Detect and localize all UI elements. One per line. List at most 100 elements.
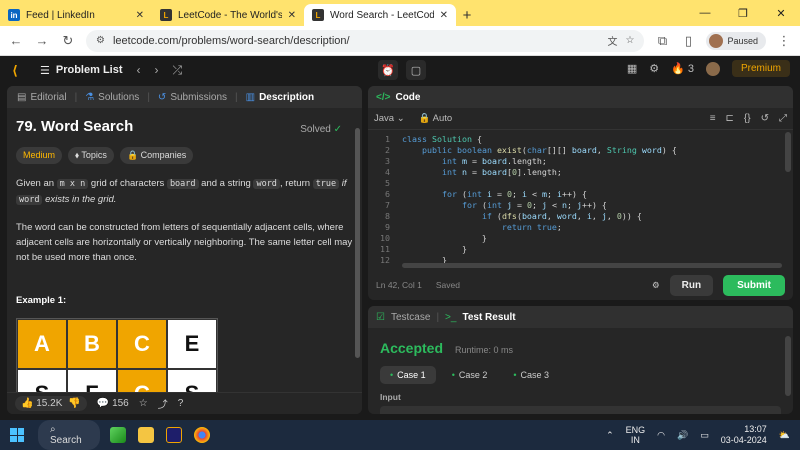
user-avatar[interactable] bbox=[705, 61, 720, 76]
intellij-icon[interactable] bbox=[166, 427, 182, 443]
taskbar-apps bbox=[110, 427, 210, 443]
center-tools: ⏰ ▢ bbox=[378, 60, 426, 80]
extensions-icon[interactable]: ⧉ bbox=[654, 33, 670, 49]
prev-problem-icon[interactable]: ‹ bbox=[137, 63, 141, 77]
companies-label: Companies bbox=[140, 150, 187, 160]
new-tab-button[interactable]: + bbox=[456, 4, 478, 26]
result-scrollbar[interactable] bbox=[785, 336, 791, 396]
run-submit-group: ⚙ Run Submit bbox=[652, 274, 785, 296]
reload-icon[interactable]: ↻ bbox=[60, 33, 76, 49]
close-window-icon[interactable]: ✕ bbox=[762, 7, 800, 20]
menu-dots-icon[interactable]: ⋮ bbox=[776, 33, 792, 49]
run-button[interactable]: Run bbox=[669, 274, 714, 296]
tab-editorial[interactable]: ▤ Editorial bbox=[13, 92, 71, 103]
tab-linkedin[interactable]: in Feed | LinkedIn ✕ bbox=[0, 4, 152, 26]
verdict-row: Accepted Runtime: 0 ms bbox=[368, 328, 793, 356]
close-icon[interactable]: ✕ bbox=[288, 10, 296, 21]
chevron-up-icon[interactable]: ⌃ bbox=[606, 430, 614, 441]
problem-tags: Medium ⬧ Topics 🔒 Companies bbox=[16, 147, 353, 164]
streak-counter[interactable]: 🔥 3 bbox=[671, 62, 694, 75]
code-brackets-icon: </> bbox=[376, 91, 391, 103]
site-info-icon[interactable]: ⚙ bbox=[96, 35, 105, 46]
code-editor[interactable]: 1 class Solution { 2 public boolean exist… bbox=[368, 130, 793, 270]
list-icon: ☰ bbox=[40, 64, 50, 77]
next-problem-icon[interactable]: › bbox=[155, 63, 159, 77]
description-scrollbar[interactable] bbox=[354, 108, 361, 392]
like-button[interactable]: 👍 15.2K bbox=[21, 398, 62, 409]
format-icon[interactable]: ≡ bbox=[710, 113, 716, 124]
tab-leetcode-home[interactable]: L LeetCode - The World's Leading ✕ bbox=[152, 4, 304, 26]
reset-icon[interactable]: ↺ bbox=[761, 113, 769, 124]
grid-cell: S bbox=[167, 369, 217, 392]
language-select[interactable]: Java ⌄ bbox=[374, 113, 405, 124]
companies-button[interactable]: 🔒 Companies bbox=[119, 147, 194, 164]
streak-count: 3 bbox=[687, 63, 694, 75]
input-language[interactable]: ENG IN bbox=[626, 425, 646, 445]
bookmark-icon[interactable]: ⊏ bbox=[726, 113, 734, 124]
back-icon[interactable]: ← bbox=[8, 33, 24, 48]
solved-badge: Solved ✓ bbox=[300, 124, 342, 135]
expand-icon[interactable]: ⤢ bbox=[779, 113, 787, 124]
shuffle-icon[interactable]: ⤮ bbox=[173, 63, 183, 78]
editor-actions: ≡ ⊏ {} ↺ ⤢ bbox=[710, 113, 787, 124]
clock[interactable]: 13:07 03-04-2024 bbox=[721, 424, 767, 446]
tab-submissions[interactable]: ↺ Submissions bbox=[154, 92, 231, 103]
grid-cell: E bbox=[167, 319, 217, 369]
battery-icon[interactable]: ▭ bbox=[700, 430, 709, 441]
case-tab-2[interactable]: • Case 2 bbox=[442, 366, 498, 384]
premium-button[interactable]: Premium bbox=[731, 60, 790, 77]
tab-word-search[interactable]: L Word Search - LeetCode ✕ bbox=[304, 4, 456, 26]
windows-start-icon[interactable] bbox=[10, 428, 24, 442]
share-icon[interactable]: ⤴ bbox=[158, 396, 168, 411]
cursor-position: Ln 42, Col 1 bbox=[376, 280, 422, 290]
tab-solutions[interactable]: ⚗ Solutions bbox=[81, 92, 143, 103]
close-icon[interactable]: ✕ bbox=[440, 10, 448, 21]
editor-toolbar: Java ⌄ 🔒 Auto ≡ ⊏ {} ↺ ⤢ bbox=[368, 108, 793, 130]
lock-icon: 🔒 bbox=[126, 150, 139, 160]
comments-button[interactable]: 💬 156 bbox=[97, 398, 129, 409]
editor-horizontal-scrollbar[interactable] bbox=[402, 263, 782, 268]
favorite-star-icon[interactable]: ☆ bbox=[139, 398, 148, 409]
bookmark-star-icon[interactable]: ☆ bbox=[626, 35, 635, 46]
tab-test-result[interactable]: Test Result bbox=[462, 312, 515, 323]
braces-icon[interactable]: {} bbox=[744, 113, 751, 124]
minimize-icon[interactable]: — bbox=[686, 7, 724, 19]
leetcode-icon: L bbox=[160, 9, 172, 21]
thumbs-down-icon[interactable]: 👎 bbox=[68, 398, 80, 409]
maximize-icon[interactable]: ❐ bbox=[724, 7, 762, 20]
profile-button[interactable]: Paused bbox=[706, 31, 766, 50]
debug-icon[interactable]: ⚙ bbox=[652, 280, 660, 291]
case-tab-1[interactable]: • Case 1 bbox=[380, 366, 436, 384]
file-explorer-icon[interactable] bbox=[138, 427, 154, 443]
tab-title: LeetCode - The World's Leading bbox=[178, 9, 282, 21]
app-icon[interactable] bbox=[110, 427, 126, 443]
tab-description[interactable]: ▥ Description bbox=[242, 92, 318, 103]
notes-icon[interactable]: ▢ bbox=[406, 60, 426, 80]
help-icon[interactable]: ? bbox=[178, 398, 184, 409]
layout-grid-icon[interactable]: ▦ bbox=[627, 62, 637, 75]
forward-icon[interactable]: → bbox=[34, 33, 50, 48]
tab-testcase[interactable]: Testcase bbox=[391, 312, 430, 323]
submit-button[interactable]: Submit bbox=[723, 274, 785, 296]
sidebar-icon[interactable]: ▯ bbox=[680, 33, 696, 49]
volume-icon[interactable]: 🔊 bbox=[677, 430, 688, 441]
case-tab-3[interactable]: • Case 3 bbox=[503, 366, 559, 384]
url-text: leetcode.com/problems/word-search/descri… bbox=[112, 34, 350, 47]
problem-list-button[interactable]: ☰ Problem List bbox=[40, 64, 123, 77]
address-bar[interactable]: ⚙ leetcode.com/problems/word-search/desc… bbox=[86, 29, 645, 52]
solved-label: Solved bbox=[300, 124, 331, 135]
leetcode-logo-icon[interactable]: ⟨ bbox=[12, 63, 26, 78]
weather-icon[interactable]: ⛅ bbox=[779, 430, 790, 441]
timer-icon[interactable]: ⏰ bbox=[378, 60, 398, 80]
close-icon[interactable]: ✕ bbox=[136, 10, 144, 21]
auto-mode[interactable]: 🔒 Auto bbox=[419, 113, 453, 124]
editor-vertical-scrollbar[interactable] bbox=[785, 132, 791, 172]
topics-button[interactable]: ⬧ Topics bbox=[68, 147, 114, 164]
settings-gear-icon[interactable]: ⚙ bbox=[649, 62, 659, 75]
translate-icon[interactable]: 文 bbox=[608, 33, 618, 48]
wifi-icon[interactable]: ◠ bbox=[657, 430, 665, 441]
taskbar-search[interactable]: ⌕ Search bbox=[38, 420, 100, 450]
code-panel: </> Code Java ⌄ 🔒 Auto ≡ ⊏ {} ↺ ⤢ 1 class… bbox=[368, 86, 793, 300]
chrome-icon[interactable] bbox=[194, 427, 210, 443]
checkbox-icon: ☑ bbox=[376, 311, 385, 323]
